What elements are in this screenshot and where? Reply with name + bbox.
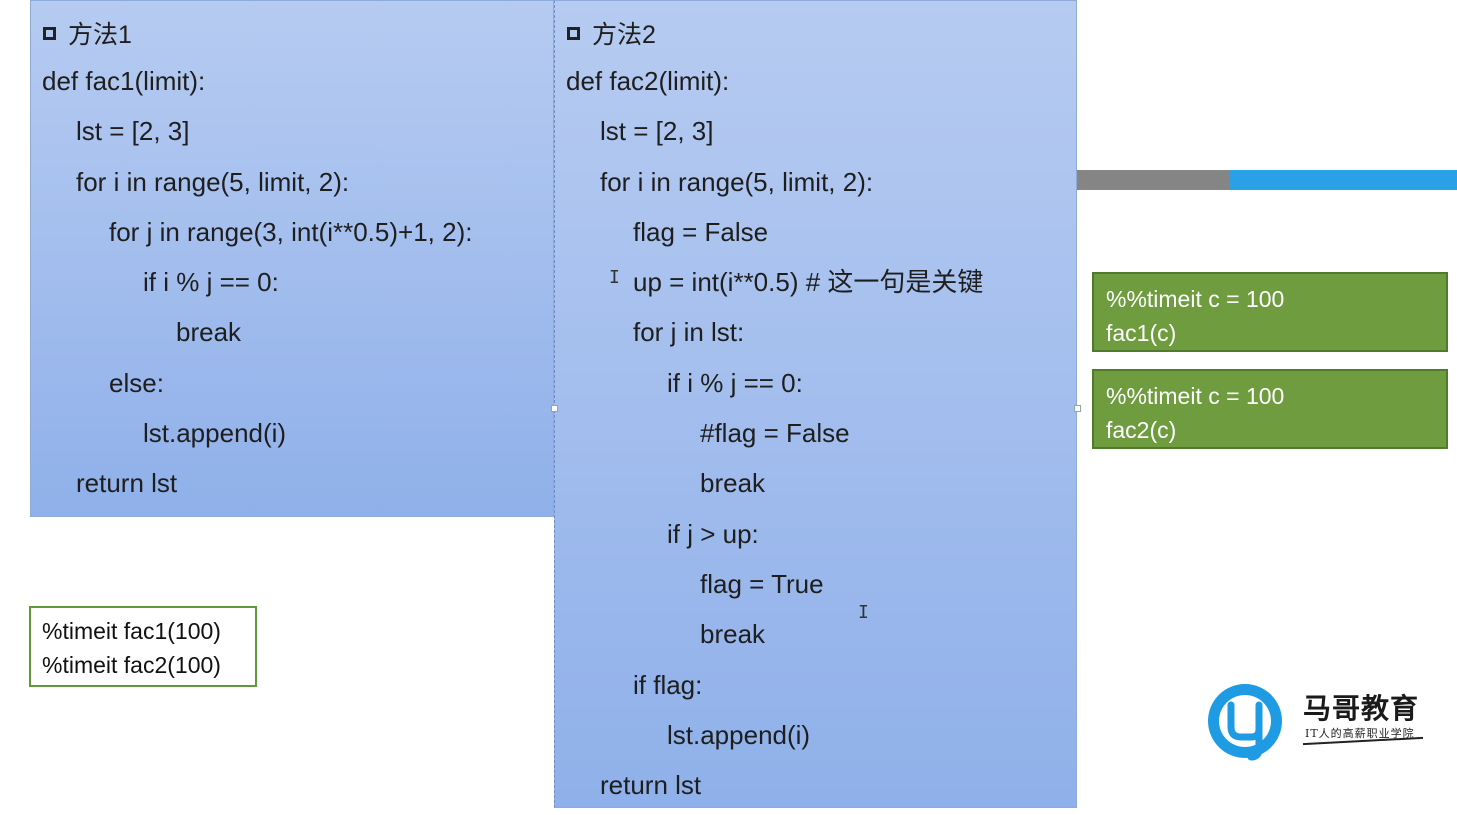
progress-bar-gray-segment	[1077, 170, 1229, 190]
code-line: flag = True	[700, 568, 824, 599]
code-line: def fac2(limit):	[566, 66, 730, 96]
code-line: if j > up:	[667, 518, 759, 549]
timeit-cell-fac2-line1: %%timeit c = 100	[1106, 383, 1285, 409]
timeit-textbox-line2: %timeit fac2(100)	[42, 652, 221, 678]
resize-handle-left[interactable]	[551, 405, 558, 412]
logo-title: 马哥教育	[1303, 693, 1420, 724]
timeit-textbox-line1: %timeit fac1(100)	[42, 618, 221, 644]
code-line: break	[700, 619, 766, 650]
text-cursor-icon: I	[858, 602, 869, 623]
method1-heading: 方法1	[43, 15, 132, 51]
code-line: return lst	[76, 468, 178, 499]
square-bullet-icon	[43, 26, 56, 40]
timeit-textbox[interactable]: %timeit fac1(100) %timeit fac2(100)	[29, 606, 257, 687]
method2-code-block: def fac2(limit): lst = [2, 3] for i in ran…	[566, 61, 983, 815]
code-line: for j in lst:	[633, 317, 745, 348]
resize-handle-right[interactable]	[1074, 405, 1081, 412]
progress-bar-blue-segment	[1229, 170, 1457, 190]
method2-heading: 方法2	[567, 15, 656, 51]
code-line: if i % j == 0:	[143, 267, 279, 298]
timeit-cell-fac1-line2: fac1(c)	[1106, 320, 1177, 346]
method2-panel[interactable]: 方法2 def fac2(limit): lst = [2, 3] for i in…	[554, 0, 1077, 808]
timeit-cell-fac1[interactable]: %%timeit c = 100 fac1(c)	[1092, 272, 1448, 352]
timeit-cell-fac2-line2: fac2(c)	[1106, 417, 1177, 443]
code-line: if i % j == 0:	[667, 367, 803, 398]
method2-heading-text: 方法2	[592, 21, 656, 49]
code-line: #flag = False	[700, 418, 850, 449]
code-line: for j in range(3, int(i**0.5)+1, 2):	[109, 216, 473, 247]
method1-panel[interactable]: 方法1 def fac1(limit): lst = [2, 3] for i in…	[30, 0, 554, 517]
progress-bar	[1077, 170, 1457, 190]
method1-heading-text: 方法1	[68, 21, 132, 49]
code-line: lst.append(i)	[143, 418, 287, 449]
text-cursor-icon: I	[609, 267, 620, 288]
mage-logo-icon	[1208, 684, 1282, 761]
code-line: for i in range(5, limit, 2):	[76, 166, 350, 197]
code-line: lst.append(i)	[667, 719, 811, 750]
code-line: if flag:	[633, 669, 703, 700]
code-line: break	[700, 468, 766, 499]
code-line: up = int(i**0.5) # 这一句是关键	[633, 267, 984, 298]
code-line: for i in range(5, limit, 2):	[600, 166, 874, 197]
timeit-cell-fac2[interactable]: %%timeit c = 100 fac2(c)	[1092, 369, 1448, 449]
code-line: def fac1(limit):	[42, 66, 206, 96]
code-line: break	[176, 317, 242, 348]
mage-logo: 马哥教育 IT人的高薪职业学院	[1207, 683, 1427, 763]
method1-code-block: def fac1(limit): lst = [2, 3] for i in ran…	[42, 61, 472, 514]
code-line: lst = [2, 3]	[600, 116, 714, 147]
timeit-cell-fac1-line1: %%timeit c = 100	[1106, 286, 1285, 312]
square-bullet-icon	[567, 26, 580, 40]
code-line: flag = False	[633, 216, 769, 247]
code-line: else:	[109, 367, 164, 398]
code-line: lst = [2, 3]	[76, 116, 190, 147]
